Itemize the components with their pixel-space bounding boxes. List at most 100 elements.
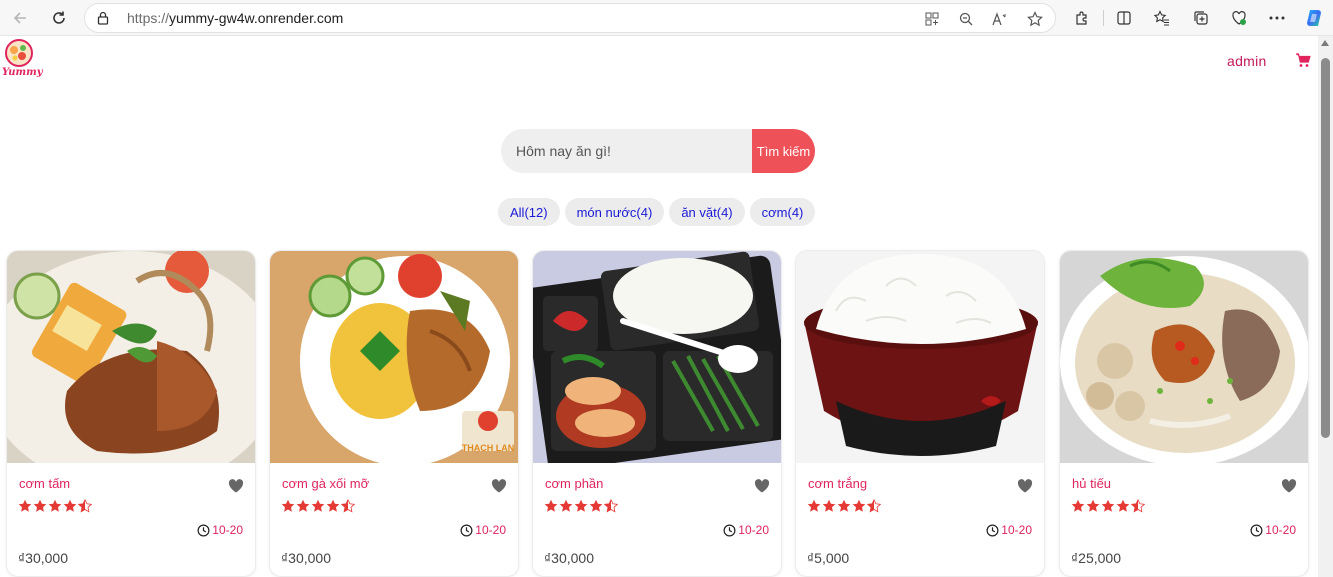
com-trang-photo[interactable] xyxy=(796,251,1044,463)
search-input[interactable] xyxy=(501,129,763,173)
toolbar-divider xyxy=(1103,10,1104,26)
search-bar: Tìm kiếm xyxy=(501,129,815,173)
star-full-icon xyxy=(589,499,603,512)
browser-essentials-icon[interactable] xyxy=(1228,7,1250,29)
back-icon[interactable] xyxy=(8,6,32,30)
refresh-icon[interactable] xyxy=(47,6,71,30)
category-mon-nuoc[interactable]: món nước(4) xyxy=(564,198,665,226)
heart-icon[interactable] xyxy=(1017,479,1033,493)
star-full-icon xyxy=(281,499,295,512)
star-full-icon xyxy=(33,499,47,512)
heart-icon[interactable] xyxy=(1281,479,1297,493)
prep-time-value: 10-20 xyxy=(1265,523,1296,537)
star-half-icon xyxy=(867,499,881,513)
star-full-icon xyxy=(63,499,77,512)
category-an-vat[interactable]: ăn vặt(4) xyxy=(669,198,745,226)
rating-stars xyxy=(18,499,92,515)
prep-time: 10-20 xyxy=(1250,523,1296,537)
browser-toolbar: https://yummy-gw4w.onrender.com xyxy=(0,0,1333,36)
category-all[interactable]: All(12) xyxy=(498,198,560,226)
clock-icon xyxy=(1250,524,1263,536)
zoom-icon[interactable] xyxy=(957,10,975,28)
star-full-icon xyxy=(807,499,821,512)
product-price: ₫30,000 xyxy=(281,550,332,566)
extensions-icon[interactable] xyxy=(1071,7,1093,29)
star-full-icon xyxy=(311,499,325,512)
heart-icon[interactable] xyxy=(491,479,507,493)
prep-time: 10-20 xyxy=(197,523,243,537)
clock-icon xyxy=(723,524,736,536)
product-price: ₫5,000 xyxy=(807,550,850,566)
svg-text:THẠCH LAN: THẠCH LAN xyxy=(462,443,515,453)
star-full-icon xyxy=(48,499,62,512)
star-half-icon xyxy=(1131,499,1145,513)
star-full-icon xyxy=(296,499,310,512)
page-content: Yummy admin Tìm kiếm All(12) món nước(4)… xyxy=(0,36,1318,577)
clock-icon xyxy=(460,524,473,536)
category-filter: All(12) món nước(4) ăn vặt(4) cơm(4) xyxy=(498,198,816,226)
star-half-icon xyxy=(341,499,355,513)
copilot-icon[interactable] xyxy=(1303,7,1325,29)
admin-link[interactable]: admin xyxy=(1227,53,1267,69)
read-aloud-icon[interactable] xyxy=(991,10,1009,28)
product-name[interactable]: hủ tiếu xyxy=(1072,476,1111,491)
star-full-icon xyxy=(574,499,588,512)
product-card[interactable]: cơm trắng 10-20 ₫5,000 xyxy=(795,250,1045,577)
heart-icon[interactable] xyxy=(228,479,244,493)
collections-icon[interactable] xyxy=(1190,7,1212,29)
prep-time-value: 10-20 xyxy=(212,523,243,537)
cart-icon[interactable] xyxy=(1295,52,1311,68)
com-phan-photo[interactable] xyxy=(533,251,781,463)
product-card[interactable]: cơm phần 10-20 ₫30,000 xyxy=(532,250,782,577)
star-full-icon xyxy=(822,499,836,512)
rating-stars xyxy=(281,499,355,515)
clock-icon xyxy=(197,524,210,536)
clock-icon xyxy=(986,524,999,536)
prep-time: 10-20 xyxy=(723,523,769,537)
prep-time: 10-20 xyxy=(986,523,1032,537)
product-price: ₫25,000 xyxy=(1071,550,1122,566)
com-tam-photo[interactable] xyxy=(7,251,255,463)
star-full-icon xyxy=(1101,499,1115,512)
search-button[interactable]: Tìm kiếm xyxy=(752,129,815,173)
prep-time-value: 10-20 xyxy=(475,523,506,537)
split-screen-icon[interactable] xyxy=(1113,7,1135,29)
star-full-icon xyxy=(326,499,340,512)
product-price: ₫30,000 xyxy=(544,550,595,566)
favorites-icon[interactable] xyxy=(1151,7,1173,29)
product-name[interactable]: cơm tấm xyxy=(19,476,70,491)
rating-stars xyxy=(1071,499,1145,515)
rating-stars xyxy=(544,499,618,515)
favorite-star-icon[interactable] xyxy=(1026,10,1044,28)
prep-time-value: 10-20 xyxy=(1001,523,1032,537)
product-name[interactable]: cơm phần xyxy=(545,476,603,491)
star-full-icon xyxy=(852,499,866,512)
star-full-icon xyxy=(559,499,573,512)
page-scrollbar[interactable] xyxy=(1318,36,1333,577)
star-full-icon xyxy=(18,499,32,512)
app-available-icon[interactable] xyxy=(923,10,941,28)
star-full-icon xyxy=(837,499,851,512)
address-bar[interactable]: https://yummy-gw4w.onrender.com xyxy=(84,3,1056,33)
product-card[interactable]: cơm tấm 10-20 ₫30,000 xyxy=(6,250,256,577)
product-price: ₫30,000 xyxy=(18,550,69,566)
star-half-icon xyxy=(604,499,618,513)
star-full-icon xyxy=(1116,499,1130,512)
yummy-logo[interactable]: Yummy xyxy=(2,38,43,80)
hu-tieu-photo[interactable] xyxy=(1060,251,1308,463)
product-card[interactable]: hủ tiếu 10-20 ₫25,000 xyxy=(1059,250,1309,577)
product-name[interactable]: cơm gà xối mỡ xyxy=(282,476,369,491)
product-name[interactable]: cơm trắng xyxy=(808,476,867,491)
category-com[interactable]: cơm(4) xyxy=(749,198,816,226)
url-host: yummy-gw4w.onrender.com xyxy=(169,10,344,26)
heart-icon[interactable] xyxy=(754,479,770,493)
scroll-up-arrow-icon[interactable] xyxy=(1321,40,1329,46)
more-options-icon[interactable] xyxy=(1266,7,1288,29)
rating-stars xyxy=(807,499,881,515)
star-full-icon xyxy=(1086,499,1100,512)
product-card[interactable]: THẠCH LAN cơm gà xối mỡ 10-20 ₫30,000 xyxy=(269,250,519,577)
com-ga-photo[interactable]: THẠCH LAN xyxy=(270,251,518,463)
star-full-icon xyxy=(544,499,558,512)
scrollbar-thumb[interactable] xyxy=(1321,58,1330,438)
star-half-icon xyxy=(78,499,92,513)
